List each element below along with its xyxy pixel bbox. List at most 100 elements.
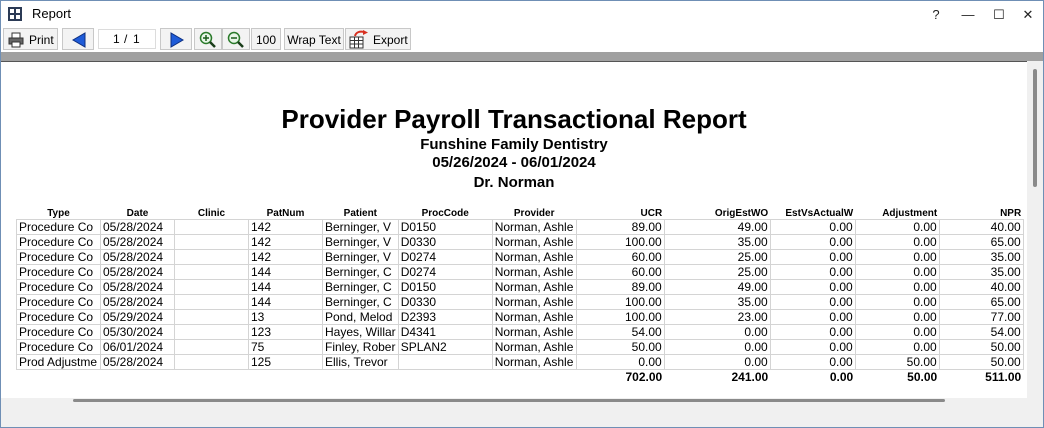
table-cell: Norman, Ashle bbox=[491, 249, 577, 265]
table-cell: Finley, Rober bbox=[322, 339, 399, 355]
total-cell: 50.00 bbox=[907, 370, 938, 384]
page-number-field[interactable]: 1 / 1 bbox=[98, 29, 156, 49]
table-cell bbox=[174, 264, 249, 280]
close-button[interactable]: ✕ bbox=[1012, 1, 1043, 28]
table-cell: 05/28/2024 bbox=[100, 234, 175, 250]
report-provider: Dr. Norman bbox=[473, 174, 555, 191]
horizontal-scroll-thumb[interactable] bbox=[73, 399, 945, 402]
print-button[interactable]: Print bbox=[3, 28, 58, 50]
toolbar: Print 1 / 1 100 Wrap Text Export bbox=[1, 28, 1043, 52]
table-cell bbox=[174, 324, 249, 340]
vertical-scrollbar[interactable] bbox=[1028, 61, 1043, 397]
table-cell: 0.00 bbox=[854, 294, 940, 310]
table-cell: 05/28/2024 bbox=[100, 354, 175, 370]
zoom-in-button[interactable] bbox=[194, 28, 222, 50]
table-cell: 05/28/2024 bbox=[100, 219, 175, 235]
table-cell: 144 bbox=[248, 264, 323, 280]
table-cell: 144 bbox=[248, 279, 323, 295]
practice-name: Funshine Family Dentistry bbox=[420, 136, 608, 153]
table-cell: 13 bbox=[248, 309, 323, 325]
col-header: ProcCode bbox=[421, 207, 469, 219]
table-cell: Procedure Co bbox=[16, 219, 101, 235]
table-cell: Norman, Ashle bbox=[491, 219, 577, 235]
table-row: Procedure Co 06/01/2024 75 Finley, Rober SPL… bbox=[16, 339, 1024, 355]
table-cell: 60.00 bbox=[575, 264, 665, 280]
table-cell bbox=[397, 354, 493, 370]
table-cell bbox=[174, 279, 249, 295]
table-cell: 75 bbox=[248, 339, 323, 355]
table-cell: 49.00 bbox=[663, 219, 771, 235]
prev-page-button[interactable] bbox=[62, 28, 94, 50]
zoom-level-button[interactable]: 100 bbox=[251, 28, 281, 50]
table-cell: 123 bbox=[248, 324, 323, 340]
table-cell: 06/01/2024 bbox=[100, 339, 175, 355]
table-cell: 50.00 bbox=[854, 354, 940, 370]
table-cell: Norman, Ashle bbox=[491, 309, 577, 325]
table-cell: 40.00 bbox=[938, 279, 1024, 295]
table-cell: 25.00 bbox=[663, 264, 771, 280]
zoom-out-button[interactable] bbox=[222, 28, 250, 50]
horizontal-scrollbar[interactable] bbox=[1, 395, 1027, 407]
table-cell: 50.00 bbox=[938, 339, 1024, 355]
table-row: Procedure Co 05/28/2024 142 Berninger, V D01… bbox=[16, 219, 1024, 235]
table-cell: 0.00 bbox=[854, 249, 940, 265]
table-cell: 0.00 bbox=[854, 309, 940, 325]
table-cell: 54.00 bbox=[938, 324, 1024, 340]
table-row: Procedure Co 05/28/2024 142 Berninger, V D03… bbox=[16, 234, 1024, 250]
table-cell: Norman, Ashle bbox=[491, 354, 577, 370]
table-cell: Berninger, C bbox=[322, 264, 399, 280]
table-cell: 100.00 bbox=[575, 309, 665, 325]
table-cell: 23.00 bbox=[663, 309, 771, 325]
next-arrow-icon bbox=[170, 32, 184, 48]
table-cell: 142 bbox=[248, 234, 323, 250]
table-cell: 65.00 bbox=[938, 294, 1024, 310]
table-cell: 100.00 bbox=[575, 234, 665, 250]
table-cell: Procedure Co bbox=[16, 234, 101, 250]
table-cell: Berninger, V bbox=[322, 234, 399, 250]
app-grid-icon bbox=[8, 7, 22, 21]
table-cell: 0.00 bbox=[769, 219, 856, 235]
table-row: Procedure Co 05/28/2024 144 Berninger, C D02… bbox=[16, 264, 1024, 280]
table-row: Procedure Co 05/28/2024 144 Berninger, C D03… bbox=[16, 294, 1024, 310]
table-cell: 0.00 bbox=[769, 294, 856, 310]
table-cell: 0.00 bbox=[854, 279, 940, 295]
table-cell: 100.00 bbox=[575, 294, 665, 310]
help-button[interactable]: ? bbox=[920, 1, 952, 28]
col-header: Adjustment bbox=[882, 207, 938, 219]
table-cell: Berninger, C bbox=[322, 294, 399, 310]
table-cell: 142 bbox=[248, 219, 323, 235]
table-header-row: Type Date Clinic PatNum Patient ProcCode… bbox=[17, 207, 1024, 220]
table-cell: Norman, Ashle bbox=[491, 324, 577, 340]
col-header: Provider bbox=[513, 207, 555, 219]
export-button[interactable]: Export bbox=[345, 28, 411, 50]
table-cell: 89.00 bbox=[575, 219, 665, 235]
table-cell: 144 bbox=[248, 294, 323, 310]
table-cell: Norman, Ashle bbox=[491, 294, 577, 310]
col-header: UCR bbox=[640, 207, 663, 219]
table-cell: D4341 bbox=[397, 324, 493, 340]
table-cell bbox=[174, 309, 249, 325]
report-window: Report ? — ☐ ✕ Print 1 / 1 100 Wrap Text… bbox=[0, 0, 1044, 428]
maximize-button[interactable]: ☐ bbox=[983, 1, 1015, 28]
table-cell: 89.00 bbox=[575, 279, 665, 295]
table-cell: Procedure Co bbox=[16, 264, 101, 280]
wrap-text-button[interactable]: Wrap Text bbox=[284, 28, 344, 50]
zoom-out-icon bbox=[227, 31, 244, 48]
table-cell: 0.00 bbox=[854, 219, 940, 235]
table-cell: Procedure Co bbox=[16, 339, 101, 355]
table-row: Prod Adjustme 05/28/2024 125 Ellis, Trevor N… bbox=[16, 354, 1024, 370]
export-table-icon bbox=[349, 30, 368, 49]
vertical-scroll-thumb[interactable] bbox=[1033, 69, 1037, 187]
table-cell: 0.00 bbox=[854, 234, 940, 250]
table-cell: 35.00 bbox=[663, 234, 771, 250]
table-cell: 0.00 bbox=[769, 324, 856, 340]
preview-top-border bbox=[1, 52, 1043, 61]
page-current: 1 bbox=[113, 32, 120, 46]
table-row: Procedure Co 05/28/2024 142 Berninger, V D02… bbox=[16, 249, 1024, 265]
minimize-button[interactable]: — bbox=[952, 1, 984, 28]
table-cell: Procedure Co bbox=[16, 309, 101, 325]
table-cell: 05/29/2024 bbox=[100, 309, 175, 325]
table-cell: 65.00 bbox=[938, 234, 1024, 250]
table-row: Procedure Co 05/30/2024 123 Hayes, Willar D4… bbox=[16, 324, 1024, 340]
next-page-button[interactable] bbox=[160, 28, 192, 50]
